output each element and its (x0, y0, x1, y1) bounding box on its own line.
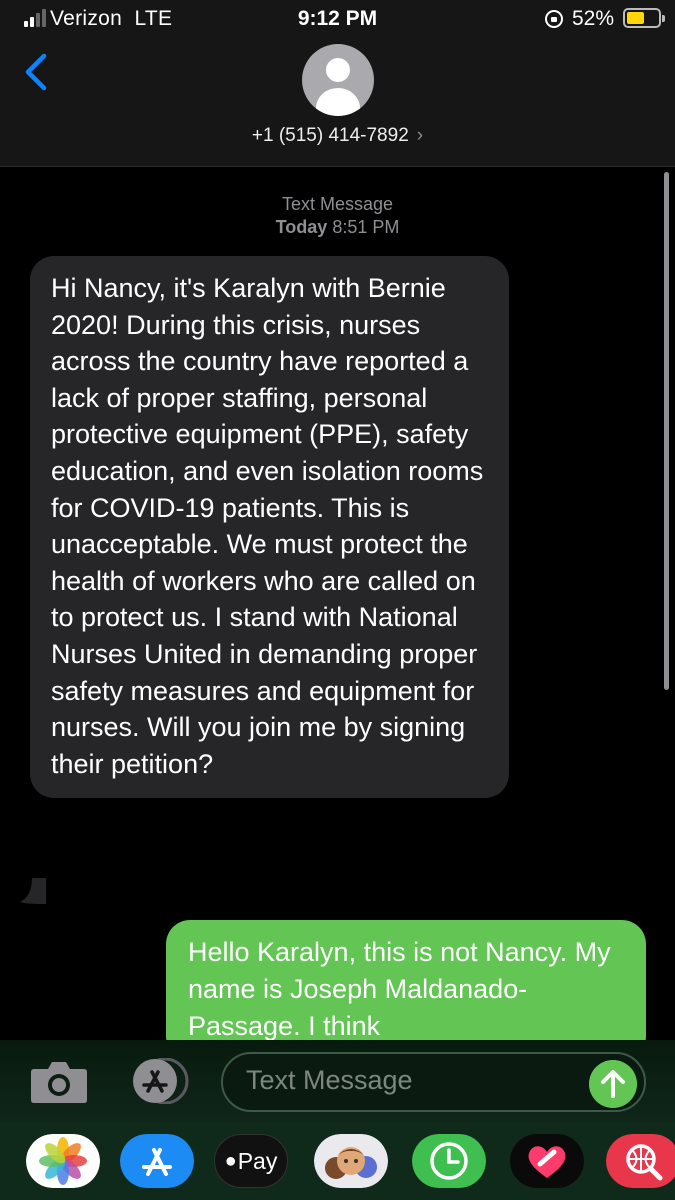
chevron-right-icon: › (416, 125, 424, 146)
clock-icon[interactable] (412, 1134, 486, 1188)
send-button[interactable] (589, 1060, 637, 1108)
bubble-tail (20, 878, 46, 904)
contact-number: +1 (515) 414-7892 (251, 125, 409, 146)
apple-pay-icon[interactable]: ● Pay (214, 1134, 288, 1188)
photos-icon[interactable] (26, 1134, 100, 1188)
camera-icon[interactable] (30, 1059, 88, 1103)
back-chevron-icon[interactable] (18, 50, 58, 94)
imessage-app-drawer: ● Pay (0, 1122, 675, 1200)
contact-details-button[interactable]: +1 (515) 414-7892 › (0, 125, 675, 147)
service-label: Text Message (281, 194, 394, 214)
status-bar: Verizon LTE 9:12 PM 52% (0, 0, 675, 40)
contact-avatar[interactable] (302, 44, 374, 116)
apple-pay-label: Pay (237, 1147, 278, 1174)
scroll-indicator (664, 172, 669, 690)
memoji-icon[interactable] (314, 1134, 388, 1188)
compose-bar: Text Message (0, 1040, 675, 1122)
battery-percentage: 52% (572, 7, 615, 30)
app-store-icon[interactable] (120, 1134, 194, 1188)
timestamp-time: 8:51 PM (332, 217, 400, 237)
message-input-placeholder: Text Message (246, 1065, 413, 1095)
incoming-message-bubble[interactable]: Hi Nancy, it's Karalyn with Bernie 2020!… (30, 256, 509, 799)
conversation-header: Verizon LTE 9:12 PM 52% +1 (515) 414-789… (0, 0, 675, 167)
timestamp-day: Today (275, 217, 328, 237)
search-globe-icon[interactable] (606, 1134, 675, 1188)
outgoing-message-bubble[interactable]: Hello Karalyn, this is not Nancy. My nam… (166, 920, 646, 1060)
orientation-lock-icon (545, 10, 563, 28)
battery-icon (623, 8, 665, 28)
heart-icon[interactable] (510, 1134, 584, 1188)
thread-timestamp: Text Message Today 8:51 PM (0, 193, 675, 239)
app-store-button-icon[interactable] (125, 1058, 189, 1104)
